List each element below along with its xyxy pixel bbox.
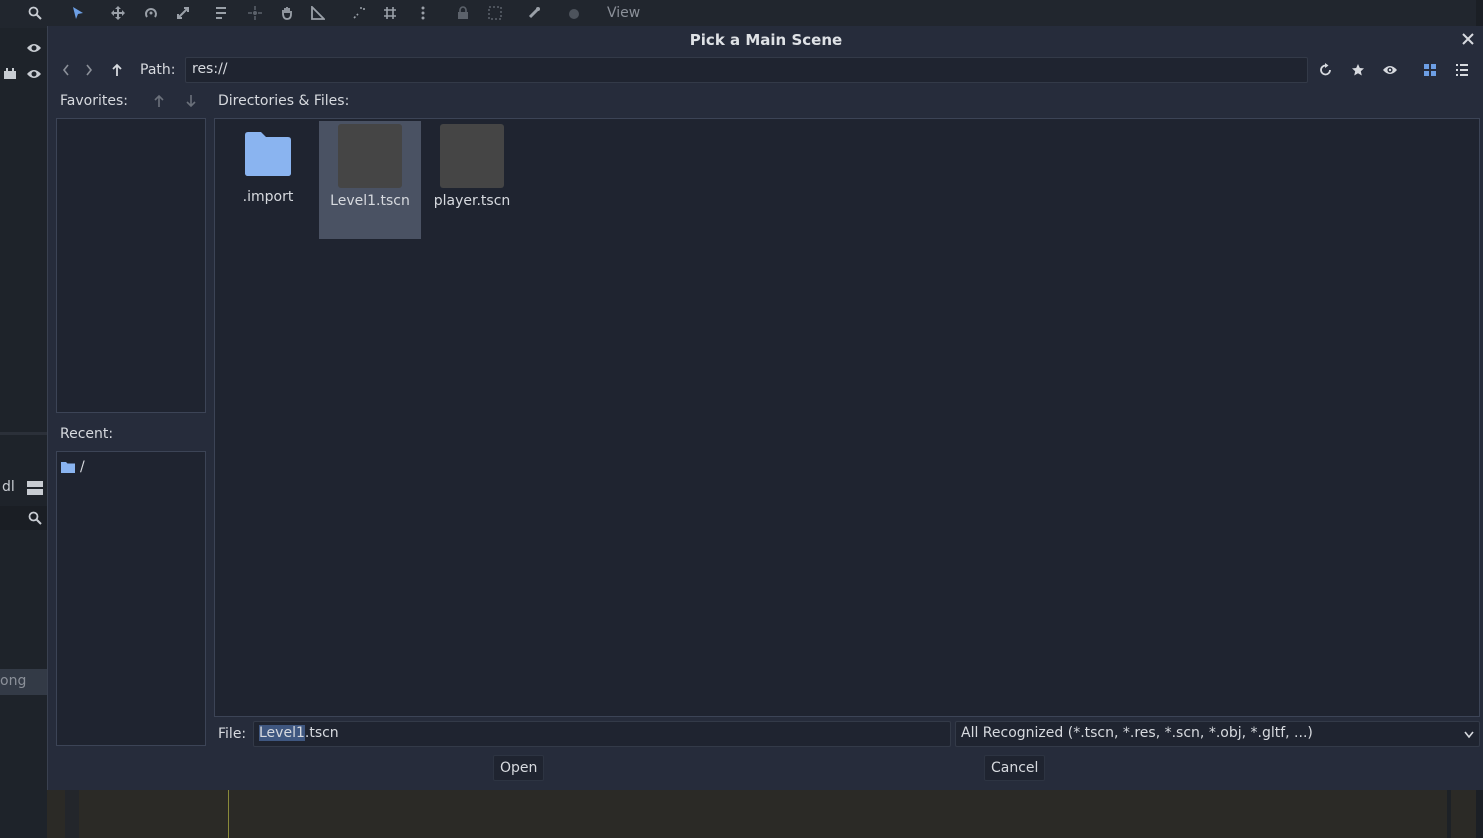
search-icon-2: [28, 511, 42, 525]
filesystem-tab-partial[interactable]: dl: [2, 479, 15, 495]
file-dialog: Pick a Main Scene Path: res:// Favorites…: [47, 26, 1483, 790]
recent-label: Recent:: [60, 426, 114, 442]
star-icon: [1352, 64, 1364, 76]
visibility-icon[interactable]: [27, 42, 41, 54]
scrollbar[interactable]: [1447, 790, 1451, 838]
open-button[interactable]: Open: [493, 755, 545, 781]
grid-icon: [1424, 64, 1436, 76]
scene-dock: dl ong: [0, 28, 47, 838]
list-select-icon[interactable]: [215, 6, 229, 20]
close-button[interactable]: [1457, 28, 1479, 50]
scale-tool-icon[interactable]: [176, 6, 190, 20]
file-name-input[interactable]: Level1.tscn: [253, 721, 951, 747]
side-button-partial[interactable]: ong: [0, 669, 47, 695]
smart-snap-icon[interactable]: [352, 6, 366, 20]
move-tool-icon[interactable]: [111, 6, 125, 20]
refresh-icon: [1320, 63, 1331, 76]
path-label: Path:: [140, 62, 176, 78]
group-icon[interactable]: [488, 6, 502, 20]
ruler-tool-icon[interactable]: [311, 6, 325, 20]
toggle-hidden-button[interactable]: [1379, 59, 1401, 81]
rotate-tool-icon[interactable]: [144, 6, 158, 20]
recent-item-label: /: [80, 459, 85, 475]
folder-icon: [245, 132, 291, 176]
favorite-button[interactable]: [1347, 59, 1369, 81]
vertical-ruler: [65, 790, 79, 838]
file-label: File:: [218, 726, 247, 742]
file-name: Level1.tscn: [330, 193, 410, 209]
move-down-icon: [186, 95, 196, 108]
skeleton-bone-icon[interactable]: [527, 6, 541, 20]
file-name: player.tscn: [433, 193, 511, 209]
list-view-button[interactable]: [1451, 59, 1473, 81]
folder-icon: [61, 462, 75, 473]
pan-tool-icon[interactable]: [280, 6, 294, 20]
file-name: .import: [242, 189, 294, 205]
select-tool-icon[interactable]: [71, 6, 85, 20]
recent-list[interactable]: /: [56, 451, 206, 746]
scene-thumbnail: [338, 124, 402, 188]
editor-toolbar: View: [0, 0, 1483, 28]
canvas-viewport[interactable]: [47, 790, 1483, 838]
list-icon: [1456, 64, 1468, 76]
dock-divider: [0, 432, 47, 435]
forward-button[interactable]: [78, 59, 100, 81]
close-icon: [1462, 33, 1474, 45]
chevron-down-icon: [1464, 731, 1474, 739]
pivot-tool-icon[interactable]: [248, 6, 262, 20]
scene-thumbnail: [440, 124, 504, 188]
filter-input-partial[interactable]: [0, 506, 47, 530]
arrow-up-icon: [112, 63, 122, 76]
layout-toggle-icon[interactable]: [26, 479, 44, 497]
favorites-label: Favorites:: [60, 93, 128, 109]
eye-icon: [1383, 66, 1397, 74]
cancel-button[interactable]: Cancel: [984, 755, 1046, 781]
file-item[interactable]: .import: [217, 121, 319, 239]
grid-view-button[interactable]: [1419, 59, 1441, 81]
grid-snap-icon[interactable]: [383, 6, 397, 20]
back-button[interactable]: [55, 59, 77, 81]
more-options-icon[interactable]: [416, 6, 430, 20]
visibility-icon-2[interactable]: [27, 68, 41, 80]
file-name-text: Level1.tscn: [259, 725, 339, 741]
y-axis-line: [228, 790, 229, 838]
filter-select[interactable]: All Recognized (*.tscn, *.res, *.scn, *.…: [955, 721, 1480, 747]
file-item[interactable]: player.tscn: [421, 121, 523, 239]
dialog-title: Pick a Main Scene: [689, 31, 843, 49]
chevron-left-icon: [62, 64, 69, 76]
files-label: Directories & Files:: [218, 93, 350, 109]
favorite-move-up-button[interactable]: [148, 90, 170, 112]
chevron-right-icon: [86, 64, 93, 76]
file-name-rest: .tscn: [304, 725, 339, 741]
favorites-list[interactable]: [56, 118, 206, 413]
parent-folder-button[interactable]: [106, 59, 128, 81]
favorite-move-down-button[interactable]: [180, 90, 202, 112]
path-input[interactable]: res://: [185, 57, 1308, 83]
lock-icon[interactable]: [456, 6, 470, 20]
path-input-text: res://: [192, 61, 228, 77]
script-icon[interactable]: [3, 68, 17, 80]
view-menu[interactable]: View: [607, 5, 640, 21]
file-grid[interactable]: .import Level1.tscn player.tscn: [214, 118, 1480, 717]
recent-item[interactable]: /: [61, 458, 85, 476]
file-name-selection: Level1: [259, 725, 305, 741]
refresh-button[interactable]: [1315, 59, 1337, 81]
file-item-selected[interactable]: Level1.tscn: [319, 121, 421, 239]
particles-icon[interactable]: [567, 6, 581, 20]
filter-select-value: All Recognized (*.tscn, *.res, *.scn, *.…: [961, 725, 1313, 741]
move-up-icon: [154, 94, 164, 107]
search-icon[interactable]: [28, 6, 42, 20]
